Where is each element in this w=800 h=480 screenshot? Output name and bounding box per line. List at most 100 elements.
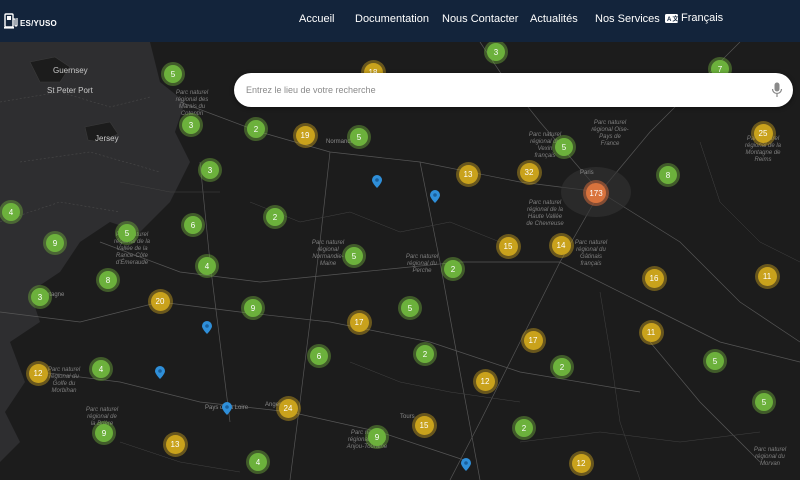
map-view[interactable]: Guernsey St Peter Port Jersey Paris Norm… xyxy=(0,42,800,480)
station-cluster-green[interactable]: 4 xyxy=(195,254,219,278)
station-cluster-green[interactable]: 2 xyxy=(413,342,437,366)
cluster-count: 20 xyxy=(150,291,170,311)
station-cluster-yellow[interactable]: 12 xyxy=(568,450,594,476)
search-input[interactable] xyxy=(246,82,756,98)
nav-contact[interactable]: Nous Contacter xyxy=(442,13,518,25)
map-pin-icon[interactable] xyxy=(461,458,471,471)
station-cluster-green[interactable]: 4 xyxy=(89,357,113,381)
station-cluster-green[interactable]: 6 xyxy=(181,213,205,237)
station-cluster-green[interactable]: 2 xyxy=(263,205,287,229)
cluster-count: 2 xyxy=(444,260,462,278)
station-cluster-yellow[interactable]: 13 xyxy=(455,161,481,187)
station-cluster-green[interactable]: 2 xyxy=(512,416,536,440)
station-cluster-green[interactable]: 5 xyxy=(115,221,139,245)
station-cluster-yellow[interactable]: 16 xyxy=(641,265,667,291)
nav-accueil[interactable]: Accueil xyxy=(299,13,334,25)
station-cluster-yellow[interactable]: 24 xyxy=(275,395,301,421)
station-cluster-green[interactable]: 3 xyxy=(179,113,203,137)
station-cluster-green[interactable]: 9 xyxy=(241,296,265,320)
cluster-count: 14 xyxy=(551,235,571,255)
top-navbar: ES/YUSO Accueil Documentation Nous Conta… xyxy=(0,0,800,42)
nav-documentation[interactable]: Documentation xyxy=(355,13,429,25)
cluster-count: 8 xyxy=(99,271,117,289)
station-cluster-yellow[interactable]: 13 xyxy=(162,431,188,457)
map-pin-icon[interactable] xyxy=(222,402,232,415)
station-cluster-green[interactable]: 8 xyxy=(656,163,680,187)
cluster-count: 9 xyxy=(46,234,64,252)
station-cluster-green[interactable]: 8 xyxy=(96,268,120,292)
cluster-count: 2 xyxy=(515,419,533,437)
station-cluster-yellow[interactable]: 17 xyxy=(520,327,546,353)
cluster-count: 6 xyxy=(310,347,328,365)
station-cluster-yellow[interactable]: 12 xyxy=(25,360,51,386)
cluster-count: 5 xyxy=(118,224,136,242)
station-cluster-green[interactable]: 9 xyxy=(43,231,67,255)
cluster-count: 4 xyxy=(198,257,216,275)
station-cluster-green[interactable]: 3 xyxy=(28,285,52,309)
cluster-count: 3 xyxy=(182,116,200,134)
cluster-count: 6 xyxy=(184,216,202,234)
station-cluster-yellow[interactable]: 25 xyxy=(750,120,776,146)
language-selector[interactable]: A 文 Français xyxy=(665,12,723,24)
language-label: Français xyxy=(681,12,724,24)
cluster-count: 9 xyxy=(95,424,113,442)
cluster-count: 5 xyxy=(755,393,773,411)
cluster-count: 9 xyxy=(244,299,262,317)
station-cluster-yellow[interactable]: 17 xyxy=(346,309,372,335)
brand-logo[interactable]: ES/YUSO xyxy=(4,12,57,30)
cluster-count: 3 xyxy=(487,43,505,61)
nav-services[interactable]: Nos Services xyxy=(595,13,660,25)
station-cluster-green[interactable]: 2 xyxy=(244,117,268,141)
cluster-count: 2 xyxy=(266,208,284,226)
map-pin-icon[interactable] xyxy=(372,175,382,188)
translate-icon: A 文 xyxy=(665,13,679,23)
map-pin-icon[interactable] xyxy=(155,366,165,379)
station-cluster-yellow[interactable]: 11 xyxy=(754,263,780,289)
station-cluster-yellow[interactable]: 12 xyxy=(472,368,498,394)
map-basemap[interactable] xyxy=(0,42,800,480)
station-cluster-green[interactable]: 2 xyxy=(441,257,465,281)
cluster-count: 2 xyxy=(416,345,434,363)
cluster-count: 11 xyxy=(757,266,777,286)
cluster-count: 32 xyxy=(519,162,539,182)
station-cluster-green[interactable]: 3 xyxy=(198,158,222,182)
cluster-count: 17 xyxy=(523,330,543,350)
station-cluster-green[interactable]: 5 xyxy=(161,62,185,86)
cluster-count: 15 xyxy=(414,415,434,435)
svg-text:文: 文 xyxy=(672,15,679,23)
station-cluster-green[interactable]: 5 xyxy=(552,135,576,159)
cluster-count: 4 xyxy=(92,360,110,378)
station-cluster-yellow[interactable]: 15 xyxy=(411,412,437,438)
station-cluster-green[interactable]: 9 xyxy=(365,425,389,449)
cluster-count: 19 xyxy=(295,125,315,145)
station-cluster-green[interactable]: 5 xyxy=(703,349,727,373)
microphone-icon[interactable] xyxy=(771,82,783,98)
station-cluster-orange[interactable]: 173 xyxy=(583,180,609,206)
station-cluster-yellow[interactable]: 15 xyxy=(495,233,521,259)
station-cluster-yellow[interactable]: 11 xyxy=(638,319,664,345)
station-cluster-green[interactable]: 4 xyxy=(246,450,270,474)
cluster-count: 16 xyxy=(644,268,664,288)
cluster-count: 3 xyxy=(201,161,219,179)
map-pin-icon[interactable] xyxy=(202,321,212,334)
station-cluster-green[interactable]: 5 xyxy=(347,125,371,149)
map-pin-icon[interactable] xyxy=(430,190,440,203)
station-cluster-yellow[interactable]: 19 xyxy=(292,122,318,148)
station-cluster-yellow[interactable]: 32 xyxy=(516,159,542,185)
station-cluster-yellow[interactable]: 20 xyxy=(147,288,173,314)
cluster-count: 13 xyxy=(165,434,185,454)
nav-actualites[interactable]: Actualités xyxy=(530,13,578,25)
cluster-count: 173 xyxy=(586,183,606,203)
station-cluster-green[interactable]: 5 xyxy=(398,296,422,320)
station-cluster-green[interactable]: 4 xyxy=(0,200,23,224)
cluster-count: 13 xyxy=(458,164,478,184)
station-cluster-green[interactable]: 5 xyxy=(752,390,776,414)
station-cluster-green[interactable]: 9 xyxy=(92,421,116,445)
cluster-count: 8 xyxy=(659,166,677,184)
station-cluster-green[interactable]: 6 xyxy=(307,344,331,368)
cluster-count: 5 xyxy=(164,65,182,83)
station-cluster-yellow[interactable]: 14 xyxy=(548,232,574,258)
cluster-count: 2 xyxy=(553,358,571,376)
station-cluster-green[interactable]: 2 xyxy=(550,355,574,379)
station-cluster-green[interactable]: 5 xyxy=(342,244,366,268)
